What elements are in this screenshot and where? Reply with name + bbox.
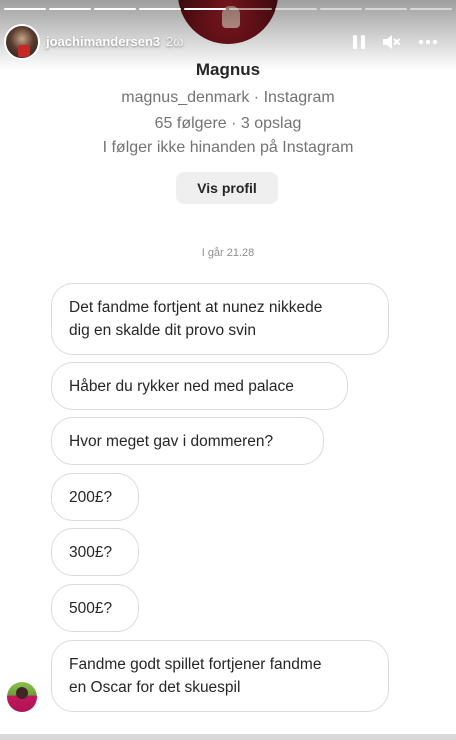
message-text: 200£? — [69, 489, 113, 506]
sender-avatar[interactable] — [7, 682, 37, 712]
speaker-muted-icon[interactable] — [379, 30, 403, 54]
progress-segment — [139, 8, 182, 10]
follow-relation-text: I følger ikke hinanden på Instagram — [102, 139, 354, 156]
progress-segment — [184, 8, 227, 10]
story-header: joachimandersen3 2ω — [0, 24, 456, 62]
message-text: 500£? — [69, 600, 113, 617]
progress-segment — [49, 8, 92, 10]
message-bubble[interactable]: 500£? — [51, 584, 139, 632]
progress-segment — [274, 8, 317, 10]
message-bubble[interactable]: Det fandme fortjent at nunez nikkede dig… — [51, 283, 389, 355]
message-text: Hvor meget gav i dommeren? — [69, 433, 274, 450]
more-dots-icon[interactable] — [416, 30, 440, 54]
story-time-ago: 2ω — [166, 34, 184, 49]
progress-segment — [364, 8, 407, 10]
pause-icon[interactable] — [347, 30, 371, 54]
message-text: 300£? — [69, 544, 113, 561]
progress-segment — [409, 8, 452, 10]
progress-segment — [229, 8, 272, 10]
bottom-reply-bar — [0, 734, 456, 740]
story-progress-bar — [4, 8, 452, 10]
progress-segment — [4, 8, 47, 10]
message-bubble[interactable]: 200£? — [51, 473, 139, 521]
message-bubble[interactable]: Hvor meget gav i dommeren? — [51, 417, 324, 465]
message-text: Fandme godt spillet fortjener fandme — [69, 656, 322, 673]
message-bubble[interactable]: Håber du rykker ned med palace — [51, 362, 348, 410]
progress-segment — [94, 8, 137, 10]
message-text: dig en skalde dit provo svin — [69, 322, 256, 339]
poster-avatar[interactable] — [4, 24, 40, 60]
profile-handle: magnus_denmark · Instagram — [121, 89, 335, 106]
poster-username[interactable]: joachimandersen3 — [46, 34, 160, 49]
message-text: en Oscar for det skuespil — [69, 679, 241, 696]
message-bubble[interactable]: 300£? — [51, 528, 139, 576]
progress-segment — [319, 8, 362, 10]
message-timestamp: I går 21.28 — [201, 247, 255, 259]
message-bubble[interactable]: Fandme godt spillet fortjener fandme en … — [51, 640, 389, 712]
view-profile-button[interactable]: Vis profil — [176, 172, 278, 204]
message-text: Det fandme fortjent at nunez nikkede — [69, 299, 323, 316]
profile-name: Magnus — [195, 60, 261, 79]
message-text: Håber du rykker ned med palace — [69, 378, 294, 395]
profile-stats: 65 følgere · 3 opslag — [154, 115, 302, 132]
